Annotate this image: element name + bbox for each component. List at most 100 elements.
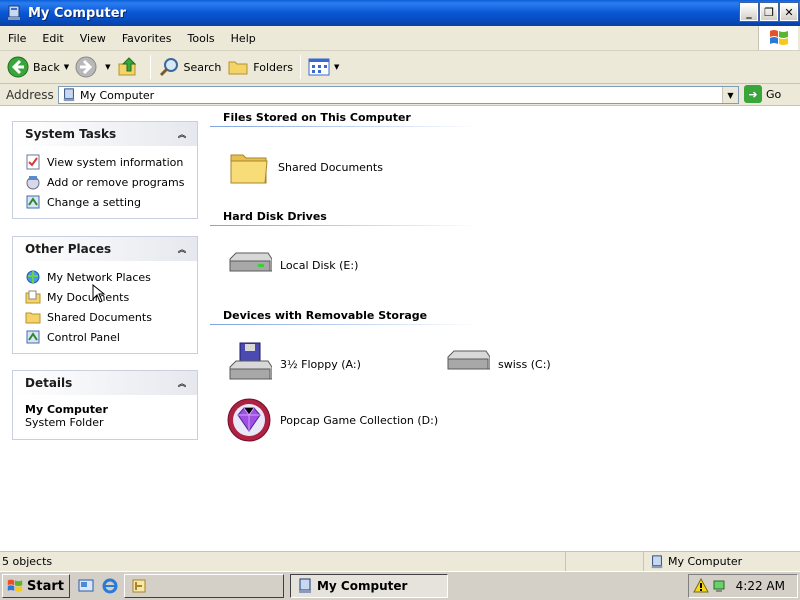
collapse-icon[interactable]: ︽ [175, 127, 189, 141]
section-divider [210, 225, 480, 226]
network-tray-icon[interactable] [711, 578, 727, 594]
mouse-cursor-icon [92, 283, 106, 307]
menu-file[interactable]: File [0, 32, 34, 45]
item-shared-documents[interactable]: Shared Documents [228, 147, 383, 187]
chevron-down-icon[interactable]: ▼ [64, 63, 69, 71]
up-folder-button[interactable] [114, 53, 146, 81]
item-local-disk-e[interactable]: Local Disk (E:) [226, 247, 358, 283]
status-object-count: 5 objects [0, 552, 566, 571]
go-arrow-icon: ➜ [744, 85, 762, 103]
warning-icon[interactable] [693, 578, 709, 594]
other-places-header[interactable]: Other Places ︽ [13, 237, 197, 261]
item-popcap-d[interactable]: Popcap Game Collection (D:) [226, 397, 438, 443]
show-desktop-icon[interactable] [78, 578, 94, 594]
go-label: Go [766, 87, 782, 101]
chevron-down-icon[interactable]: ▼ [722, 87, 738, 103]
internet-explorer-icon[interactable] [102, 578, 118, 594]
title-bar: My Computer _ ❐ ✕ [0, 0, 800, 26]
item-floppy-a[interactable]: 3½ Floppy (A:) [226, 341, 361, 387]
task-view-system-info[interactable]: View system information [25, 152, 197, 172]
details-name: My Computer [25, 403, 108, 416]
collapse-icon[interactable]: ︽ [175, 376, 189, 390]
clock[interactable]: 4:22 AM [736, 579, 785, 593]
address-bar: Address My Computer ▼ ➜ Go [0, 84, 800, 106]
toolbar: Back ▼ ▼ Search Folders ▼ [0, 51, 800, 84]
system-tasks-header[interactable]: System Tasks ︽ [13, 122, 197, 146]
views-button[interactable]: ▼ [305, 53, 342, 81]
back-button[interactable]: Back ▼ [4, 53, 72, 81]
details-type: System Folder [25, 416, 104, 429]
folder-icon [230, 154, 268, 184]
system-tasks-panel: System Tasks ︽ View system information A… [12, 121, 198, 219]
my-documents-icon [25, 290, 41, 304]
search-icon [159, 58, 178, 77]
folders-icon [228, 61, 248, 75]
forward-button[interactable]: ▼ [72, 53, 113, 81]
place-my-documents[interactable]: My Documents [25, 287, 197, 307]
address-input[interactable]: My Computer ▼ [58, 86, 739, 104]
task-pane: System Tasks ︽ View system information A… [0, 107, 210, 551]
menu-edit[interactable]: Edit [34, 32, 71, 45]
restore-button[interactable]: ❐ [759, 2, 779, 22]
taskbar-app-button[interactable] [123, 574, 284, 598]
folders-button[interactable]: Folders [224, 53, 296, 81]
network-places-icon [26, 270, 40, 284]
floppy-drive-icon [229, 342, 272, 380]
address-value: My Computer [80, 88, 155, 102]
content-area: Files Stored on This Computer Shared Doc… [210, 107, 800, 551]
start-button[interactable]: Start [2, 574, 70, 598]
hard-disk-icon [447, 350, 490, 370]
place-control-panel[interactable]: Control Panel [25, 327, 197, 347]
task-change-setting[interactable]: Change a setting [25, 192, 197, 212]
section-divider [210, 324, 480, 325]
back-arrow-icon [7, 56, 29, 78]
item-swiss-c[interactable]: swiss (C:) [444, 349, 551, 379]
control-panel-icon [26, 195, 40, 209]
menu-view[interactable]: View [72, 32, 114, 45]
quick-launch [78, 578, 118, 594]
system-tray: 4:22 AM [688, 574, 798, 598]
window-title: My Computer [28, 5, 126, 21]
details-header[interactable]: Details ︽ [13, 371, 197, 395]
hard-disk-icon [229, 252, 272, 272]
views-icon [308, 58, 330, 76]
windows-flag-icon [7, 579, 23, 592]
section-files-title: Files Stored on This Computer [223, 111, 411, 124]
system-tasks-title: System Tasks [25, 127, 117, 141]
task-add-remove-programs[interactable]: Add or remove programs [25, 172, 197, 192]
folders-label: Folders [253, 60, 294, 74]
collapse-icon[interactable]: ︽ [175, 242, 189, 256]
system-info-icon [26, 154, 40, 170]
status-bar: 5 objects My Computer [0, 551, 800, 571]
forward-arrow-icon [75, 56, 97, 78]
chevron-down-icon[interactable]: ▼ [105, 63, 110, 71]
cd-drive-gem-icon [227, 398, 271, 442]
taskbar-my-computer[interactable]: My Computer [289, 574, 448, 598]
windows-logo-icon [758, 26, 798, 50]
control-panel-icon [26, 330, 40, 344]
menu-help[interactable]: Help [223, 32, 264, 45]
place-shared-documents[interactable]: Shared Documents [25, 307, 197, 327]
chevron-down-icon[interactable]: ▼ [334, 63, 339, 71]
add-remove-programs-icon [26, 176, 40, 190]
computer-icon [298, 578, 311, 593]
back-label: Back [33, 60, 60, 74]
place-my-network-places[interactable]: My Network Places [25, 267, 197, 287]
minimize-button[interactable]: _ [739, 2, 759, 22]
menu-tools[interactable]: Tools [180, 32, 223, 45]
app-icon [132, 579, 146, 593]
go-button[interactable]: ➜ Go [744, 85, 781, 103]
menu-favorites[interactable]: Favorites [114, 32, 180, 45]
search-button[interactable]: Search [155, 53, 225, 81]
taskbar: Start My Computer 4:22 AM [0, 571, 800, 600]
section-hdd-title: Hard Disk Drives [223, 210, 327, 223]
up-folder-icon [118, 57, 136, 76]
search-label: Search [183, 60, 222, 74]
computer-icon [6, 5, 22, 21]
details-title: Details [25, 376, 73, 390]
computer-icon [63, 88, 75, 102]
section-divider [210, 126, 480, 127]
close-button[interactable]: ✕ [779, 2, 799, 22]
status-location: My Computer [644, 554, 742, 569]
details-panel: Details ︽ My Computer System Folder [12, 370, 198, 440]
